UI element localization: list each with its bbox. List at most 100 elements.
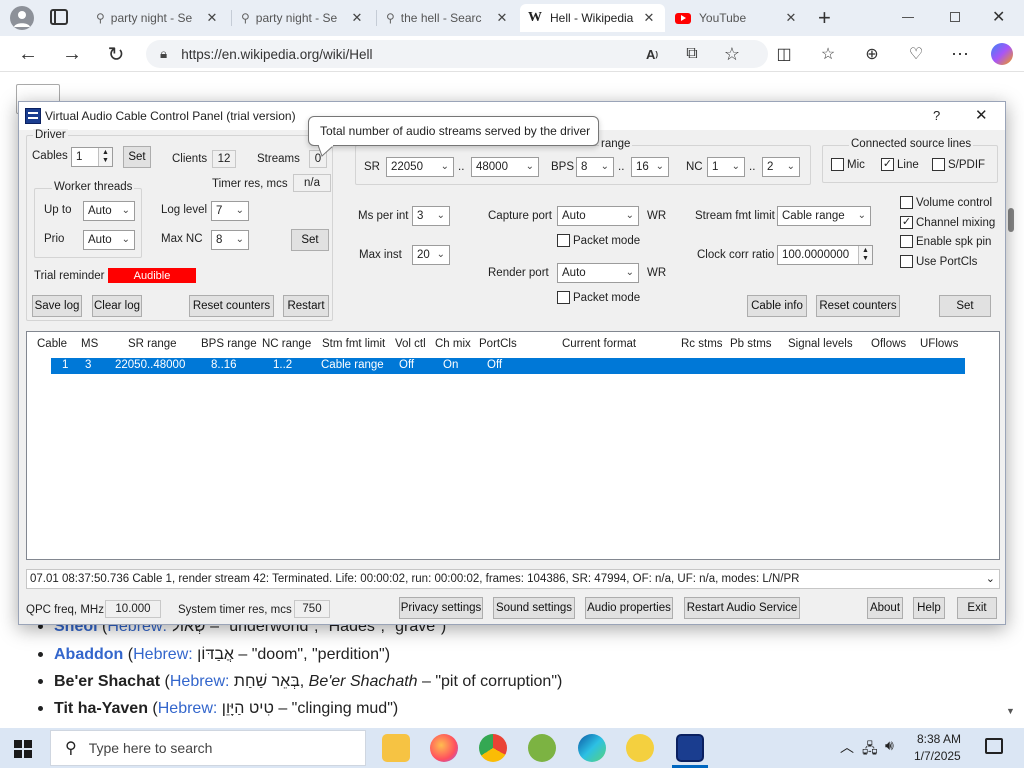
help-icon[interactable]: ? (933, 108, 940, 123)
column-header[interactable]: UFlows (920, 338, 958, 350)
capture-port-select[interactable]: Auto ⌄ (557, 206, 639, 226)
nc-max-select[interactable]: 2 ⌄ (762, 157, 800, 177)
close-tab-icon[interactable]: ✕ (349, 10, 365, 26)
new-tab-button[interactable]: + (818, 5, 831, 31)
audio-properties-button[interactable]: Audio properties (585, 597, 673, 619)
tab-hell-wikipedia[interactable]: W Hell - Wikipedia ✕ (520, 4, 665, 32)
scroll-down-arrow[interactable]: ▼ (1006, 706, 1015, 716)
use-portcls-checkbox[interactable]: Use PortCls (900, 255, 977, 268)
mic-checkbox[interactable]: Mic (831, 158, 865, 171)
browser-essentials-icon[interactable]: ♡ (904, 42, 928, 66)
taskbar-search-box[interactable]: ⚲ Type here to search (50, 730, 366, 766)
volume-control-checkbox[interactable]: Volume control (900, 196, 992, 209)
sr-min-select[interactable]: 22050 ⌄ (386, 157, 454, 177)
max-inst-select[interactable]: 20 ⌄ (412, 245, 450, 265)
stream-fmt-limit-select[interactable]: Cable range ⌄ (777, 206, 871, 226)
cable-set-button[interactable]: Set (939, 295, 991, 317)
close-dialog-icon[interactable]: ✕ (975, 106, 988, 124)
clock-corr-ratio-spinner[interactable]: 100.0000000 ▲ ▼ (777, 245, 873, 265)
close-tab-icon[interactable]: ✕ (641, 10, 657, 26)
show-hidden-icons-icon[interactable]: ︿ (840, 737, 854, 757)
cable-reset-counters-button[interactable]: Reset counters (816, 295, 900, 317)
collections-icon[interactable]: ⊕ (860, 42, 884, 66)
column-header[interactable]: PortCls (479, 338, 517, 350)
back-icon[interactable]: ← (16, 42, 40, 66)
app-icon[interactable] (626, 734, 654, 762)
table-row[interactable]: 1 3 22050..48000 8..16 1..2 Cable range … (51, 358, 965, 374)
column-header[interactable]: Cable (37, 338, 67, 350)
capture-packet-mode-checkbox[interactable]: Packet mode (557, 234, 640, 247)
enable-spk-pin-checkbox[interactable]: Enable spk pin (900, 235, 991, 248)
favorite-star-icon[interactable]: ☆ (720, 42, 744, 66)
tab-youtube[interactable]: YouTube ✕ (667, 4, 807, 32)
tab-party-night-1[interactable]: ⚲ party night - Se ✕ (88, 4, 228, 32)
nc-min-select[interactable]: 1 ⌄ (707, 157, 745, 177)
ms-per-int-select[interactable]: 3 ⌄ (412, 206, 450, 226)
render-packet-mode-checkbox[interactable]: Packet mode (557, 291, 640, 304)
column-header[interactable]: Pb stms (730, 338, 772, 350)
spinner-arrows-icon[interactable]: ▲ ▼ (858, 246, 872, 264)
restore-icon[interactable] (950, 12, 960, 22)
cables-spinner[interactable]: 1 ▲ ▼ (71, 147, 113, 167)
exit-button[interactable]: Exit (957, 597, 997, 619)
minimize-icon[interactable] (902, 17, 914, 18)
prio-select[interactable]: Auto ⌄ (83, 230, 135, 250)
close-tab-icon[interactable]: ✕ (204, 10, 220, 26)
column-header[interactable]: NC range (262, 338, 311, 350)
volume-icon[interactable]: 🔊︎ (885, 737, 894, 754)
column-header[interactable]: SR range (128, 338, 177, 350)
vac-control-panel-taskbar-icon[interactable] (676, 734, 704, 762)
tab-party-night-2[interactable]: ⚲ party night - Se ✕ (233, 4, 373, 32)
channel-mixing-checkbox[interactable]: ✓ Channel mixing (900, 216, 995, 229)
up-to-select[interactable]: Auto ⌄ (83, 201, 135, 221)
forward-icon[interactable]: → (60, 42, 84, 66)
column-header[interactable]: MS (81, 338, 98, 350)
windows-start-icon[interactable] (14, 740, 32, 758)
about-button[interactable]: About (867, 597, 903, 619)
app-available-icon[interactable]: ⧉ (680, 42, 704, 66)
cable-info-button[interactable]: Cable info (747, 295, 807, 317)
bps-max-select[interactable]: 16 ⌄ (631, 157, 669, 177)
sr-max-select[interactable]: 48000 ⌄ (471, 157, 539, 177)
notifications-icon[interactable] (985, 738, 1003, 754)
render-port-select[interactable]: Auto ⌄ (557, 263, 639, 283)
tab-actions-icon[interactable] (50, 9, 68, 25)
driver-reset-counters-button[interactable]: Reset counters (189, 295, 274, 317)
firefox-icon[interactable] (430, 734, 458, 762)
line-checkbox[interactable]: ✓ Line (881, 158, 919, 171)
copilot-icon[interactable] (990, 42, 1014, 66)
spinner-arrows-icon[interactable]: ▲ ▼ (98, 148, 112, 166)
close-tab-icon[interactable]: ✕ (494, 10, 510, 26)
column-header[interactable]: Rc stms (681, 338, 723, 350)
column-header[interactable]: Signal levels (788, 338, 853, 350)
network-icon[interactable]: 🖧︎ (862, 738, 878, 762)
clock-date[interactable]: 1/7/2025 (914, 749, 961, 763)
event-log-select[interactable]: 07.01 08:37:50.736 Cable 1, render strea… (26, 569, 1000, 589)
column-header[interactable]: Stm fmt limit (322, 338, 385, 350)
close-tab-icon[interactable]: ✕ (783, 10, 799, 26)
column-header[interactable]: Current format (562, 338, 636, 350)
restart-button[interactable]: Restart (283, 295, 329, 317)
hebrew-link[interactable]: Hebrew: (170, 673, 230, 690)
restart-audio-service-button[interactable]: Restart Audio Service (684, 597, 800, 619)
driver-set-button[interactable]: Set (291, 229, 329, 251)
profile-avatar[interactable] (10, 6, 34, 30)
hebrew-link[interactable]: Hebrew: (133, 646, 193, 663)
app-icon[interactable] (528, 734, 556, 762)
column-header[interactable]: Ch mix (435, 338, 471, 350)
cable-list[interactable]: Cable MS SR range BPS range NC range Stm… (26, 331, 1000, 560)
refresh-icon[interactable]: ↻ (104, 42, 128, 66)
save-log-button[interactable]: Save log (32, 295, 82, 317)
spdif-checkbox[interactable]: S/PDIF (932, 158, 985, 171)
privacy-settings-button[interactable]: Privacy settings (399, 597, 483, 619)
read-aloud-icon[interactable]: A) (640, 42, 664, 66)
edge-icon[interactable] (578, 734, 606, 762)
bps-min-select[interactable]: 8 ⌄ (576, 157, 614, 177)
clear-log-button[interactable]: Clear log (92, 295, 142, 317)
favorites-icon[interactable]: ☆ (816, 42, 840, 66)
column-header[interactable]: BPS range (201, 338, 257, 350)
cables-set-button[interactable]: Set (123, 146, 151, 168)
sound-settings-button[interactable]: Sound settings (493, 597, 575, 619)
chrome-icon[interactable] (479, 734, 507, 762)
tab-the-hell[interactable]: ⚲ the hell - Searc ✕ (378, 4, 518, 32)
